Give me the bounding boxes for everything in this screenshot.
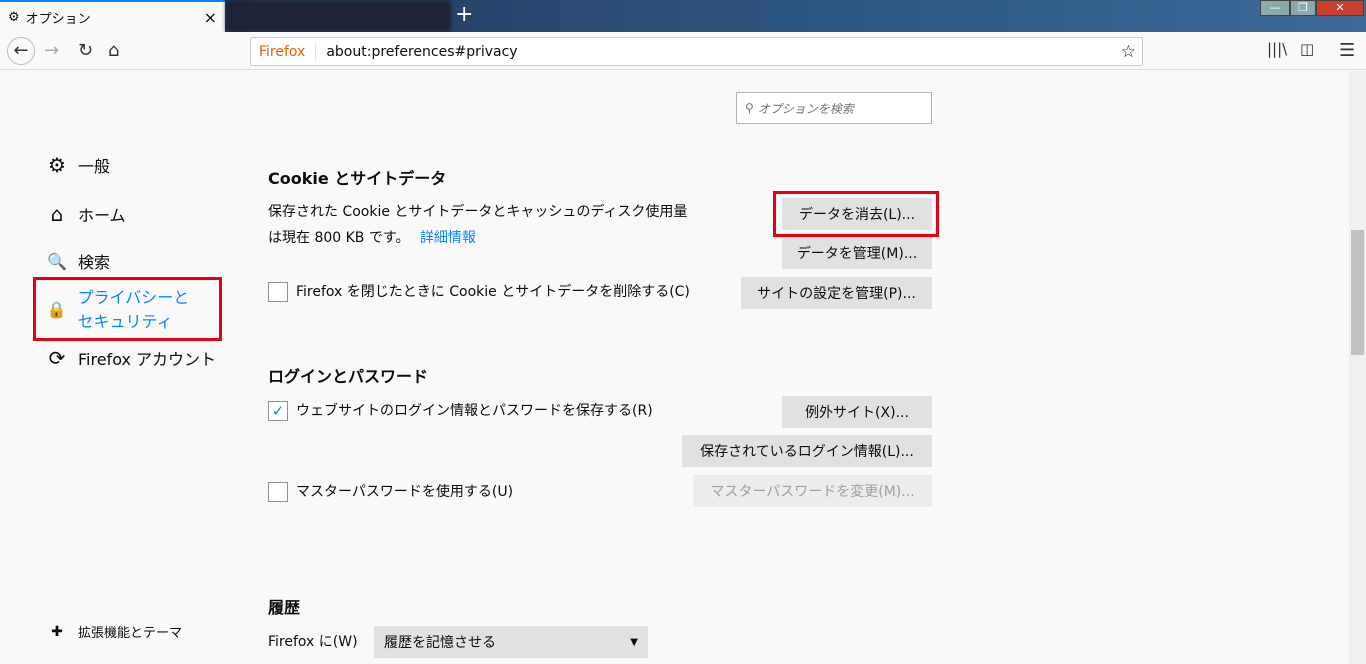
- logins-heading: ログインとパスワード: [268, 367, 429, 386]
- sidebar-icon[interactable]: ◫: [1300, 40, 1314, 58]
- delete-on-close-checkbox[interactable]: [268, 282, 288, 302]
- change-master-password-button: マスターパスワードを変更(M)...: [693, 475, 932, 507]
- search-input[interactable]: ⚲ オプションを検索: [736, 92, 932, 124]
- scrollbar[interactable]: [1349, 71, 1366, 664]
- forward-button[interactable]: →: [44, 40, 59, 61]
- restore-button[interactable]: ❐: [1290, 0, 1316, 16]
- sync-icon: ⟳: [48, 346, 66, 370]
- manage-data-button[interactable]: データを管理(M)...: [782, 237, 932, 269]
- sidebar-item-home[interactable]: ⌂ ホーム: [45, 202, 126, 226]
- master-password-checkbox[interactable]: [268, 482, 288, 502]
- firefox-identity: Firefox: [259, 43, 317, 60]
- save-logins-checkbox[interactable]: ✓: [268, 401, 288, 421]
- manage-site-settings-button[interactable]: サイトの設定を管理(P)...: [741, 277, 932, 309]
- history-heading: 履歴: [268, 598, 301, 617]
- star-icon[interactable]: ☆: [1121, 42, 1136, 62]
- history-label: Firefox に(W): [268, 634, 358, 650]
- cookies-desc: 保存された Cookie とサイトデータとキャッシュのディスク使用量: [268, 204, 688, 220]
- search-icon: ⚲: [745, 101, 754, 115]
- puzzle-icon: ✚: [51, 623, 63, 640]
- new-tab-button[interactable]: +: [455, 2, 473, 27]
- cookies-heading: Cookie とサイトデータ: [268, 169, 447, 188]
- learn-more-link[interactable]: 詳細情報: [420, 230, 476, 246]
- url-bar[interactable]: Firefox about:preferences#privacy ☆: [250, 37, 1143, 66]
- saved-logins-button[interactable]: 保存されているログイン情報(L)...: [682, 435, 932, 467]
- cookies-usage: は現在 800 KB です。: [268, 230, 410, 246]
- scrollbar-thumb[interactable]: [1351, 230, 1364, 355]
- sidebar-item-search[interactable]: 🔍 検索: [45, 249, 110, 273]
- menu-icon[interactable]: ☰: [1339, 40, 1355, 61]
- highlight-box: [773, 191, 939, 237]
- tab-other[interactable]: [226, 0, 451, 32]
- home-button[interactable]: ⌂: [108, 40, 119, 61]
- sidebar-item-account[interactable]: ⟳ Firefox アカウント: [45, 346, 216, 370]
- home-icon: ⌂: [50, 202, 64, 226]
- search-icon: 🔍: [47, 251, 67, 271]
- sidebar-extensions[interactable]: ✚ 拡張機能とテーマ: [45, 622, 182, 642]
- exceptions-button[interactable]: 例外サイト(X)...: [782, 396, 932, 428]
- back-button[interactable]: ←: [7, 37, 35, 65]
- library-icon[interactable]: |||\: [1267, 40, 1287, 58]
- close-window-button[interactable]: ✕: [1316, 0, 1364, 16]
- sidebar-item-general[interactable]: ⚙ 一般: [45, 153, 110, 177]
- reload-button[interactable]: ↻: [78, 40, 93, 61]
- gear-icon: ⚙: [48, 153, 66, 177]
- minimize-button[interactable]: —: [1260, 0, 1290, 16]
- highlight-box: [33, 277, 222, 341]
- tab-options[interactable]: ⚙ オプション ×: [0, 0, 225, 32]
- gear-icon: ⚙: [8, 9, 20, 25]
- close-tab-button[interactable]: ×: [204, 8, 217, 27]
- history-select[interactable]: 履歴を記憶させる ▼: [374, 626, 648, 658]
- chevron-down-icon: ▼: [630, 636, 638, 648]
